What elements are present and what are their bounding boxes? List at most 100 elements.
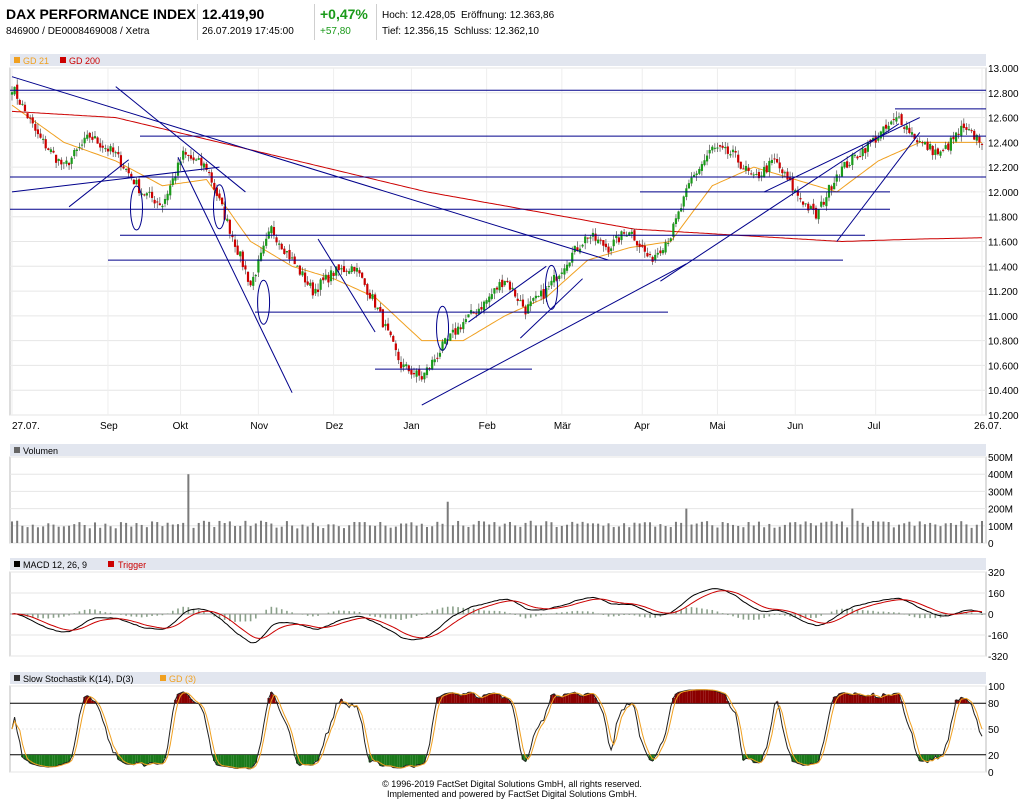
macd-histogram-bar (415, 614, 418, 617)
candle-down (44, 139, 47, 149)
price-y-tick-label: 12.000 (988, 188, 1019, 199)
volume-bar (234, 526, 237, 543)
candle-up (861, 148, 864, 157)
macd-histogram-bar (913, 614, 916, 618)
macd-histogram-bar (114, 613, 117, 614)
trendline (660, 123, 900, 282)
candle-up (324, 274, 327, 280)
volume-bar (540, 525, 543, 543)
candle-down (158, 203, 161, 206)
stochastic-y-tick-label: 50 (988, 725, 1000, 736)
volume-bar (602, 525, 605, 543)
volume-bar (291, 525, 294, 543)
candle-up (511, 287, 514, 290)
candle-down (153, 199, 156, 204)
candle-up (252, 276, 255, 286)
candle-up (674, 218, 678, 224)
candle-up (817, 209, 820, 220)
macd-y-tick-label: -320 (988, 652, 1008, 663)
candle-up (853, 154, 857, 156)
candle-up (104, 148, 107, 150)
candle-up (125, 168, 128, 170)
price-x-tick-label: Feb (479, 421, 497, 432)
candle-down (778, 162, 781, 169)
volume-bar (846, 527, 849, 543)
price-panel-header (10, 54, 986, 66)
volume-bar (934, 524, 937, 543)
candle-down (337, 264, 340, 271)
macd-histogram-bar (483, 610, 485, 614)
volume-bar (187, 474, 190, 543)
candle-down (459, 327, 462, 330)
volume-bar (223, 523, 226, 543)
price-x-tick-label: Sep (100, 421, 118, 432)
candle-up (423, 372, 426, 380)
volume-bar (410, 522, 413, 543)
gd21-line (11, 104, 982, 342)
candle-down (156, 201, 159, 203)
macd-histogram-bar (763, 614, 765, 619)
candle-down (921, 142, 924, 144)
volume-bar (711, 525, 714, 543)
volume-bar (560, 525, 563, 543)
price-x-tick-label: Dez (326, 421, 344, 432)
candle-down (358, 270, 361, 274)
candle-down (327, 274, 330, 283)
candle-up (301, 271, 304, 276)
candle-up (610, 248, 613, 251)
price-x-tick-label: Apr (634, 421, 650, 432)
candle-down (36, 129, 40, 135)
macd-histogram-bar (125, 614, 127, 616)
volume-bar (47, 523, 50, 543)
candle-up (109, 146, 112, 152)
volume-bar (649, 522, 652, 543)
macd-histogram-bar (120, 614, 122, 615)
macd-y-tick-label: -160 (988, 631, 1008, 642)
macd-histogram-bar (566, 611, 568, 614)
candle-down (941, 149, 945, 151)
volume-bar (57, 526, 60, 543)
volume-bar (856, 520, 859, 543)
candle-up (532, 298, 535, 301)
volume-bar (322, 528, 325, 543)
candle-up (493, 288, 496, 294)
candle-down (856, 156, 859, 159)
volume-bar (62, 526, 65, 543)
chart-canvas[interactable]: GD 21 GD 200 13.000 12.800 12.600 12.400 12.20… (0, 0, 1024, 800)
candle-up (482, 301, 486, 311)
volume-bar (617, 526, 620, 543)
candle-up (485, 300, 488, 304)
volume-bar (783, 524, 786, 543)
volume-bar (877, 521, 880, 543)
volume-bar (674, 521, 677, 543)
candle-down (96, 137, 99, 144)
volume-bar (716, 527, 719, 543)
volume-bar (581, 521, 584, 543)
candle-up (682, 196, 685, 207)
price-y-tick-label: 11.200 (988, 287, 1018, 298)
volume-bar (659, 524, 662, 543)
volume-bar (420, 523, 423, 543)
candle-up (825, 197, 828, 207)
volume-bar (389, 527, 392, 543)
price-x-tick-label: Okt (173, 421, 189, 432)
candle-up (661, 250, 665, 254)
volume-bar (493, 522, 496, 543)
macd-histogram-bar (981, 614, 983, 615)
price-x-tick-label: Jan (403, 421, 419, 432)
candle-up (705, 155, 709, 162)
candle-down (908, 127, 911, 134)
candle-up (49, 149, 53, 153)
candle-down (275, 237, 278, 243)
volume-bar (31, 524, 34, 543)
volume-bar (519, 526, 522, 543)
macd-histogram-bar (618, 614, 620, 616)
volume-bar (861, 522, 864, 543)
price-y-tick-label: 12.400 (988, 138, 1019, 149)
candle-up (552, 275, 556, 283)
candle-up (265, 238, 268, 246)
volume-bar (872, 520, 875, 543)
volume-bar (176, 524, 179, 543)
macd-histogram-bar (389, 614, 392, 619)
macd-histogram-bar (773, 614, 776, 615)
